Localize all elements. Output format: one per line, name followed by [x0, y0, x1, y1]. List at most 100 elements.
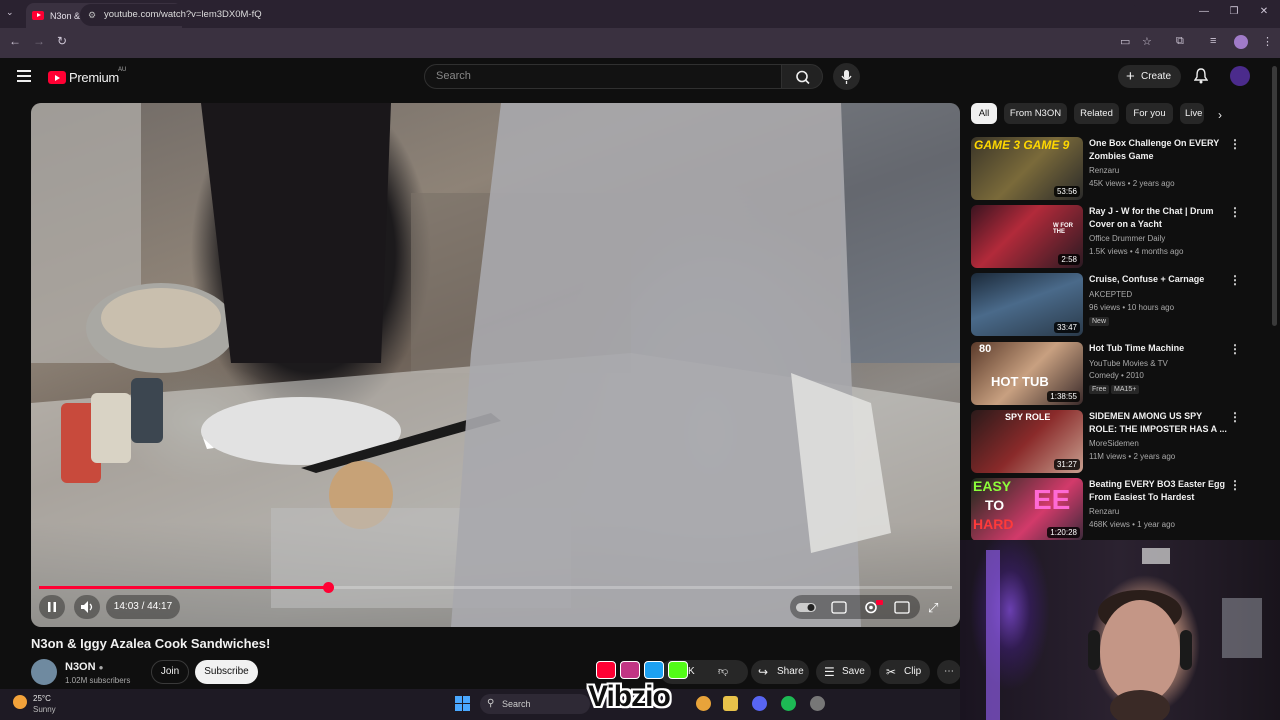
instagram-social-icon: [620, 661, 640, 679]
duration-badge: 2:58: [1058, 254, 1080, 265]
player-controls-icons: [796, 600, 910, 614]
recommendation-item[interactable]: GAME 3 GAME 9 53:56 One Box Challenge On…: [971, 137, 1251, 201]
site-info-icon[interactable]: ⚙: [88, 4, 96, 26]
more-options-icon[interactable]: ⋮: [1229, 342, 1241, 356]
account-avatar[interactable]: [1230, 66, 1250, 86]
clip-button[interactable]: ✂ Clip: [879, 660, 930, 684]
taskbar-search[interactable]: ⚲ Search: [480, 694, 590, 714]
recommendation-title: Hot Tub Time Machine: [1089, 343, 1185, 353]
duration-badge: 53:56: [1053, 186, 1080, 197]
channel-avatar[interactable]: [31, 659, 57, 685]
app-icon[interactable]: [810, 696, 825, 711]
search-button[interactable]: [781, 64, 823, 89]
recommendation-item[interactable]: 80 HOT TUB 1:38:55 Hot Tub Time Machine …: [971, 342, 1251, 406]
more-options-icon[interactable]: ⋮: [1229, 137, 1241, 151]
webcam-feed: [986, 548, 1262, 720]
browser-menu-icon[interactable]: ⋮: [1262, 35, 1273, 48]
video-title: N3on & Iggy Azalea Cook Sandwiches!: [31, 636, 271, 651]
menu-icon[interactable]: [17, 70, 31, 82]
chip-related[interactable]: Related: [1074, 103, 1119, 124]
clip-label: Clip: [904, 666, 922, 677]
address-bar[interactable]: ⚙ youtube.com/watch?v=lem3DX0M-fQ: [80, 4, 1140, 26]
thumbnail-text: EASY: [973, 478, 1012, 494]
cast-icon[interactable]: ▭: [1120, 35, 1130, 48]
video-thumbnail[interactable]: W FOR THE 2:58: [971, 205, 1083, 268]
channel-name[interactable]: N3ON ●: [65, 661, 103, 673]
chrome-icon[interactable]: [696, 696, 711, 711]
minimize-icon[interactable]: —: [1194, 6, 1214, 17]
dislike-icon[interactable]: 👎︎: [718, 660, 728, 684]
bookmark-star-icon[interactable]: ☆: [1142, 35, 1152, 48]
create-button[interactable]: + Create: [1118, 65, 1181, 88]
recommendation-item[interactable]: W FOR THE 2:58 Ray J - W for the Chat | …: [971, 205, 1251, 269]
search-input[interactable]: Search: [424, 64, 782, 89]
media-control-icon[interactable]: ≡: [1210, 35, 1216, 47]
video-thumbnail[interactable]: GAME 3 GAME 9 53:56: [971, 137, 1083, 200]
chip-from-channel[interactable]: From N3ON: [1004, 103, 1067, 124]
video-frame: [31, 103, 960, 627]
forward-icon[interactable]: →: [33, 34, 45, 48]
chip-all[interactable]: All: [971, 103, 997, 124]
thumbnail-text: HARD: [973, 516, 1014, 532]
scrubber-handle[interactable]: [322, 582, 334, 593]
youtube-logo[interactable]: Premium AU: [48, 67, 126, 85]
chip-for-you[interactable]: For you: [1126, 103, 1173, 124]
voice-search-button[interactable]: [833, 63, 860, 90]
tab-list-chevron-icon[interactable]: ⌄: [6, 7, 14, 18]
chip-live[interactable]: Live: [1180, 103, 1204, 124]
video-thumbnail[interactable]: 33:47: [971, 273, 1083, 336]
recommendation-meta: 45K views • 2 years ago: [1089, 179, 1175, 188]
windows-start-icon[interactable]: [455, 696, 470, 711]
video-thumbnail[interactable]: EASY TO HARD EE 1:20:28: [971, 478, 1083, 541]
more-options-icon[interactable]: ⋮: [1229, 410, 1241, 424]
duration-badge: 33:47: [1053, 322, 1080, 333]
like-count-partial: K: [688, 666, 695, 677]
recommendation-meta: 1.5K views • 4 months ago: [1089, 247, 1184, 256]
recommendation-item[interactable]: SPY ROLE 31:27 SIDEMEN AMONG US SPY ROLE…: [971, 410, 1251, 474]
search-icon: [796, 70, 810, 85]
extensions-icon[interactable]: ⧉: [1176, 35, 1184, 48]
save-button[interactable]: ☰ Save: [816, 660, 871, 684]
fullscreen-icon[interactable]: ⤢: [928, 600, 938, 616]
spotify-icon[interactable]: [781, 696, 796, 711]
reload-icon[interactable]: ↻: [57, 34, 67, 48]
join-button[interactable]: Join: [151, 660, 189, 684]
save-playlist-icon: ☰: [824, 665, 835, 679]
notifications-bell-icon[interactable]: [1193, 68, 1209, 84]
recommendation-title: One Box Challenge On EVERY Zombies Game: [1089, 138, 1220, 161]
create-label: Create: [1140, 71, 1171, 82]
subscriber-count: 1.02M subscribers: [65, 676, 131, 685]
recommendation-title: Ray J - W for the Chat | Drum Cover on a…: [1089, 206, 1214, 229]
new-badge: New: [1089, 317, 1110, 326]
more-options-icon[interactable]: ⋮: [1229, 205, 1241, 219]
chips-next-icon[interactable]: ›: [1218, 108, 1222, 122]
video-thumbnail[interactable]: SPY ROLE 31:27: [971, 410, 1083, 473]
video-player[interactable]: [31, 103, 960, 627]
window-close-icon[interactable]: ✕: [1254, 6, 1274, 17]
share-button[interactable]: ↪ Share: [751, 660, 809, 684]
page-scrollbar[interactable]: [1272, 66, 1277, 326]
recommendation-channel: AKCEPTED: [1089, 290, 1133, 299]
video-thumbnail[interactable]: 80 HOT TUB 1:38:55: [971, 342, 1083, 405]
recommendation-channel: Renzaru: [1089, 507, 1120, 516]
subscribe-button[interactable]: Subscribe: [195, 660, 258, 684]
volume-button[interactable]: [74, 595, 100, 619]
weather-sun-icon[interactable]: [13, 695, 27, 709]
pause-button[interactable]: [39, 595, 65, 619]
weather-temp: 25°C: [33, 694, 51, 703]
back-icon[interactable]: ←: [9, 34, 21, 48]
recommendation-item[interactable]: 33:47 Cruise, Confuse + Carnage AKCEPTED…: [971, 273, 1251, 337]
more-options-icon[interactable]: ⋮: [1229, 273, 1241, 287]
file-explorer-icon[interactable]: [723, 696, 738, 711]
taskbar-search-label: Search: [502, 699, 531, 709]
discord-icon[interactable]: [752, 696, 767, 711]
plus-icon: +: [1126, 68, 1135, 85]
recommendation-item[interactable]: EASY TO HARD EE 1:20:28 Beating EVERY BO…: [971, 478, 1251, 542]
duration-badge: 1:38:55: [1047, 391, 1080, 402]
more-options-icon[interactable]: ⋮: [1229, 478, 1241, 492]
taskbar-search-icon: ⚲: [487, 698, 495, 709]
profile-icon[interactable]: [1234, 35, 1248, 49]
more-actions-button[interactable]: ⋯: [937, 660, 961, 684]
rating-badge: MA15+: [1111, 385, 1140, 394]
restore-icon[interactable]: ❐: [1224, 6, 1244, 17]
